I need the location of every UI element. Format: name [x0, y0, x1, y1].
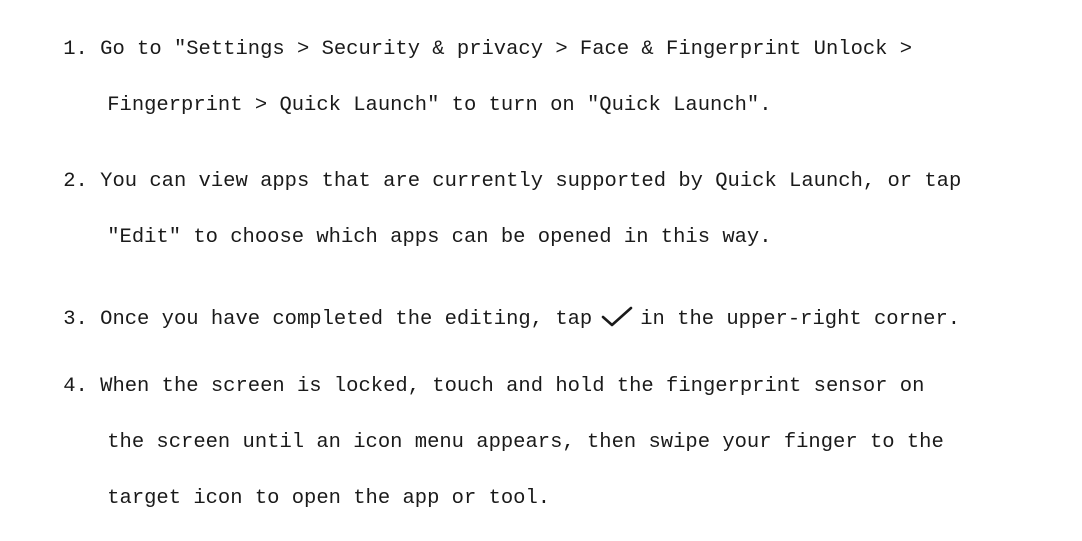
step-2-number: 2.: [63, 170, 88, 193]
step-3-text-after-icon: in the upper-right corner.: [640, 308, 961, 331]
step-1-text-line-2: Fingerprint > Quick Launch" to turn on "…: [107, 94, 772, 117]
step-1-number: 1.: [63, 38, 88, 61]
step-3-text-before-icon: Once you have completed the editing, tap: [100, 308, 593, 331]
step-1-text-line-1: Go to "Settings > Security & privacy > F…: [100, 38, 913, 61]
step-1-line-2: Fingerprint > Quick Launch" to turn on "…: [58, 64, 772, 148]
step-2-text-line-2: "Edit" to choose which apps can be opene…: [107, 226, 772, 249]
step-2-line-2: "Edit" to choose which apps can be opene…: [58, 196, 772, 280]
step-3-number: 3.: [63, 308, 88, 331]
instruction-steps: 1. Go to "Settings > Security & privacy …: [0, 0, 1082, 510]
step-4-line-3: target icon to open the app or tool.: [58, 457, 550, 541]
step-2-text-line-1: You can view apps that are currently sup…: [100, 170, 962, 193]
checkmark-icon: [600, 306, 634, 327]
step-4-text-line-2: the screen until an icon menu appears, t…: [107, 431, 944, 454]
step-4-text-line-3: target icon to open the app or tool.: [107, 487, 551, 510]
step-4-number: 4.: [63, 375, 88, 398]
step-4-text-line-1: When the screen is locked, touch and hol…: [100, 375, 925, 398]
